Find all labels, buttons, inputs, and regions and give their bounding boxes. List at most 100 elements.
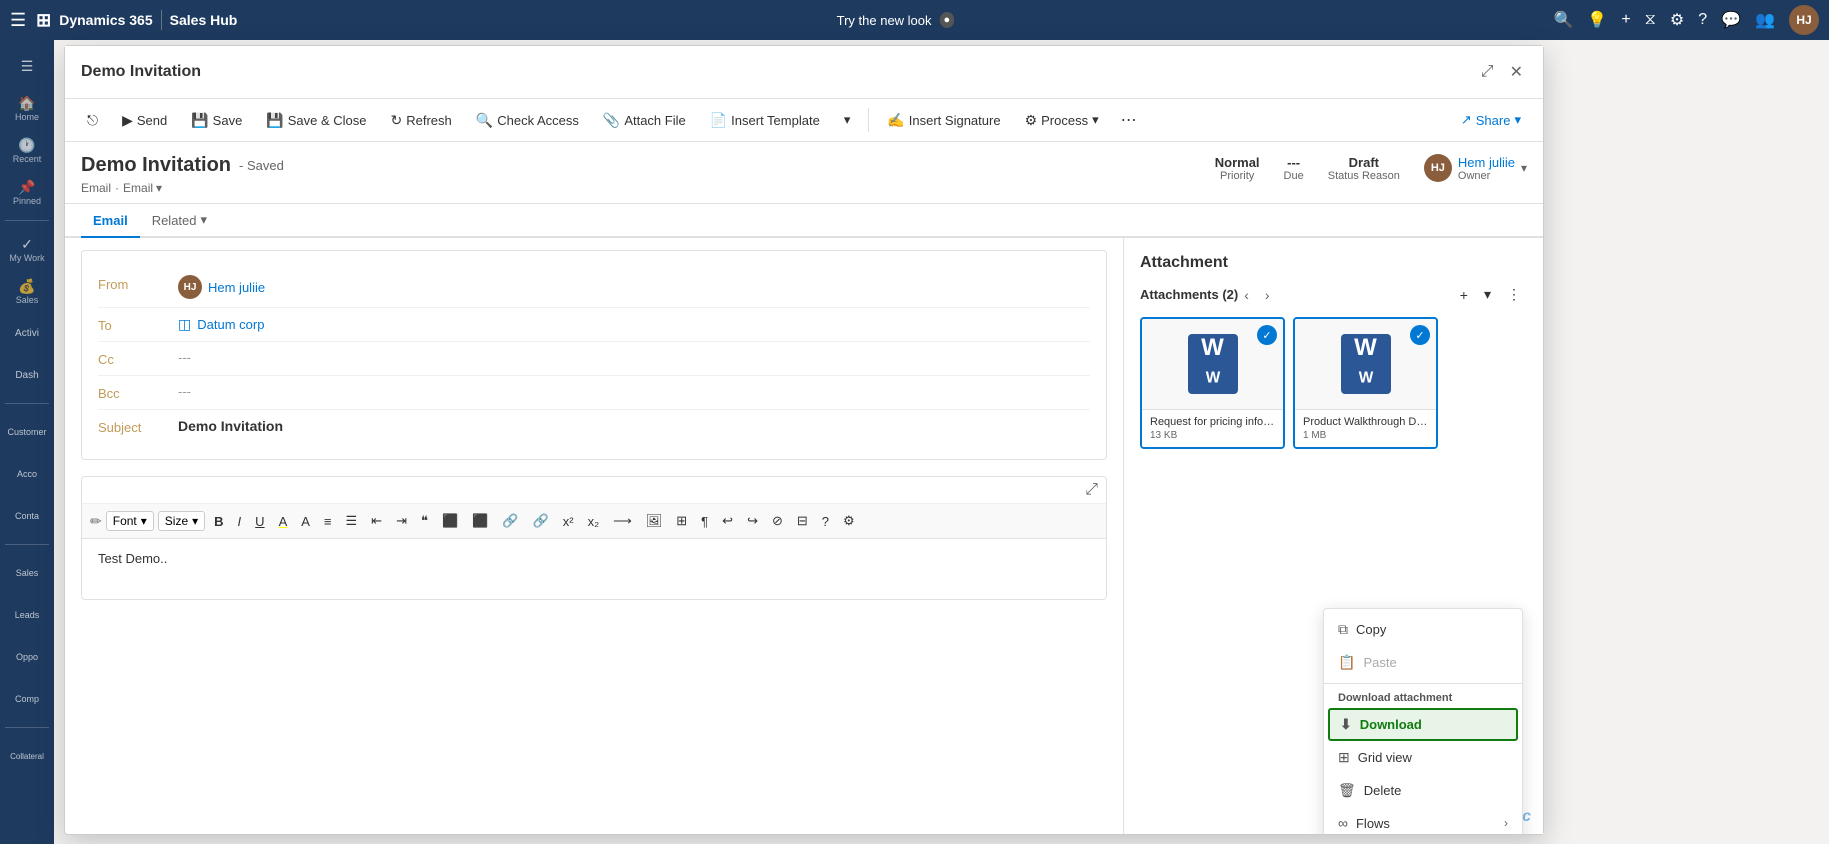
hamburger-icon[interactable]: ☰ [10,10,26,31]
add-icon[interactable]: + [1621,11,1630,29]
font-color-button[interactable]: A [296,511,315,532]
sidebar-sales2-icon[interactable]: Sales [7,555,47,591]
owner-name[interactable]: Hem juliie [1458,155,1515,170]
bcc-label: Bcc [98,384,178,401]
redo-button[interactable]: ↪ [742,510,763,532]
strikethrough-button[interactable]: ⊘ [767,510,788,532]
align-left-button[interactable]: ⬛ [437,510,463,532]
paste-icon: 📋 [1338,654,1355,671]
sidebar-activities-icon[interactable]: Activi [7,315,47,351]
menu-item-download[interactable]: ⬇ Download [1328,708,1518,741]
record-info: Demo Invitation - Saved Email · Email ▾ [81,154,1215,195]
menu-item-copy[interactable]: ⧉ Copy [1324,613,1522,646]
increase-indent-button[interactable]: ⇥ [391,510,412,532]
attachment-add-dropdown-button[interactable]: ▾ [1478,284,1497,305]
record-title-row: Demo Invitation - Saved [81,154,1215,177]
insert-signature-button[interactable]: ✍ Insert Signature [877,107,1010,134]
sidebar-oppo-icon[interactable]: Oppo [7,639,47,675]
table-insert-button[interactable]: ⊞ [671,510,692,532]
subscript-button[interactable]: x₂ [583,511,605,532]
highlight-button[interactable]: A [274,511,293,532]
chat-icon[interactable]: 💬 [1721,10,1741,30]
sidebar-accounts-icon[interactable]: Acco [7,456,47,492]
pilcrow-button[interactable]: ¶ [696,511,713,532]
user-avatar[interactable]: HJ [1789,5,1819,35]
tab-email[interactable]: Email [81,204,140,238]
process-button[interactable]: ⚙ Process ▾ [1015,107,1109,134]
sidebar-contacts-icon[interactable]: Conta [7,498,47,534]
maximize-button[interactable]: ⤢ [1477,58,1498,86]
editor-expand-button[interactable]: ⤢ [1085,481,1098,499]
attachment-next-button[interactable]: › [1259,285,1276,305]
decrease-indent-button[interactable]: ⇤ [366,510,387,532]
settings-button[interactable]: ⚙ [838,510,860,532]
sidebar-sales-icon[interactable]: 💰Sales [7,273,47,309]
from-name[interactable]: Hem juliie [208,280,265,295]
align-center-button[interactable]: ⬛ [467,510,493,532]
bcc-field: Bcc --- [98,376,1090,410]
menu-item-flows[interactable]: ∞ Flows › [1324,807,1522,834]
from-field: From HJ Hem juliie [98,267,1090,308]
tab-related[interactable]: Related ▾ [140,204,219,238]
save-close-button[interactable]: 💾 Save & Close [256,107,376,134]
filter-icon[interactable]: ⧖ [1645,11,1656,29]
insert-template-button[interactable]: 📄 Insert Template [700,107,830,134]
sidebar-pinned-icon[interactable]: 📌Pinned [7,174,47,210]
attachment-prev-button[interactable]: ‹ [1238,285,1255,305]
refresh-button[interactable]: ↻ Refresh [381,107,462,134]
sidebar-collateral-icon[interactable]: Collateral [7,738,47,774]
attachment-add-button[interactable]: + [1454,284,1474,305]
bold-button[interactable]: B [209,511,228,532]
sidebar-home-icon[interactable]: 🏠Home [7,90,47,126]
due-status: --- Due [1284,155,1304,182]
to-name[interactable]: Datum corp [197,317,264,332]
blockquote-button[interactable]: ❝ [416,510,433,532]
table-button[interactable]: ⊟ [792,510,813,532]
sidebar-mywork-icon[interactable]: ✓My Work [7,231,47,267]
numbered-list-button[interactable]: ☰ [341,510,363,532]
underline-button[interactable]: U [250,511,269,532]
save-button[interactable]: 💾 Save [181,107,252,134]
unlink-button[interactable]: 🔗 [528,510,554,532]
template-dropdown-button[interactable]: ▾ [834,107,861,133]
attachment-card-1[interactable]: W ✓ Request for pricing infor... 13 KB [1140,317,1285,449]
owner-expand-icon[interactable]: ▾ [1521,161,1527,175]
menu-item-delete[interactable]: 🗑 Delete [1324,774,1522,807]
help-button[interactable]: ? [817,511,834,532]
italic-button[interactable]: I [233,511,247,532]
font-selector[interactable]: Font ▾ [106,511,154,531]
search-icon[interactable]: 🔍 [1553,10,1573,30]
priority-label: Priority [1215,170,1260,182]
sidebar-customer-icon[interactable]: Customer [7,414,47,450]
sidebar-comp-icon[interactable]: Comp [7,681,47,717]
link-button[interactable]: 🔗 [497,510,523,532]
lightbulb-icon[interactable]: 💡 [1587,10,1607,30]
more-options-button[interactable]: ⋯ [1113,105,1145,135]
pop-out-button[interactable]: ⎋ [77,107,108,134]
undo-button[interactable]: ↩ [717,510,738,532]
email-type-value[interactable]: Email ▾ [123,181,162,195]
attachment-card-2[interactable]: W ✓ Product Walkthrough Det... 1 MB [1293,317,1438,449]
close-button[interactable]: ✕ [1506,58,1527,86]
editor-content[interactable]: Test Demo.. [82,539,1106,599]
size-selector[interactable]: Size ▾ [158,511,205,531]
ltr-button[interactable]: ⟶ [608,510,637,532]
people-icon[interactable]: 👥 [1755,10,1775,30]
check-access-button[interactable]: 🔍 Check Access [466,107,589,134]
help-icon[interactable]: ? [1698,11,1707,29]
superscript-button[interactable]: x² [558,511,579,532]
settings-icon[interactable]: ⚙ [1670,10,1684,30]
attach-file-button[interactable]: 📎 Attach File [593,107,696,134]
share-button[interactable]: ↗ Share ▾ [1451,107,1531,133]
sidebar-recent-icon[interactable]: 🕐Recent [7,132,47,168]
bullet-list-button[interactable]: ≡ [319,511,337,532]
menu-item-grid-view[interactable]: ⊞ Grid view [1324,741,1522,774]
image-button[interactable]: 🖼 [641,510,668,532]
sidebar-dash-icon[interactable]: Dash [7,357,47,393]
send-button[interactable]: ▶ Send [112,107,177,134]
sidebar-expand-icon[interactable]: ☰ [7,48,47,84]
sidebar-leads-icon[interactable]: Leads [7,597,47,633]
attachment-more-button[interactable]: ⋮ [1501,284,1527,305]
subject-text[interactable]: Demo Invitation [178,418,283,434]
new-look-toggle[interactable]: ● [940,12,955,28]
